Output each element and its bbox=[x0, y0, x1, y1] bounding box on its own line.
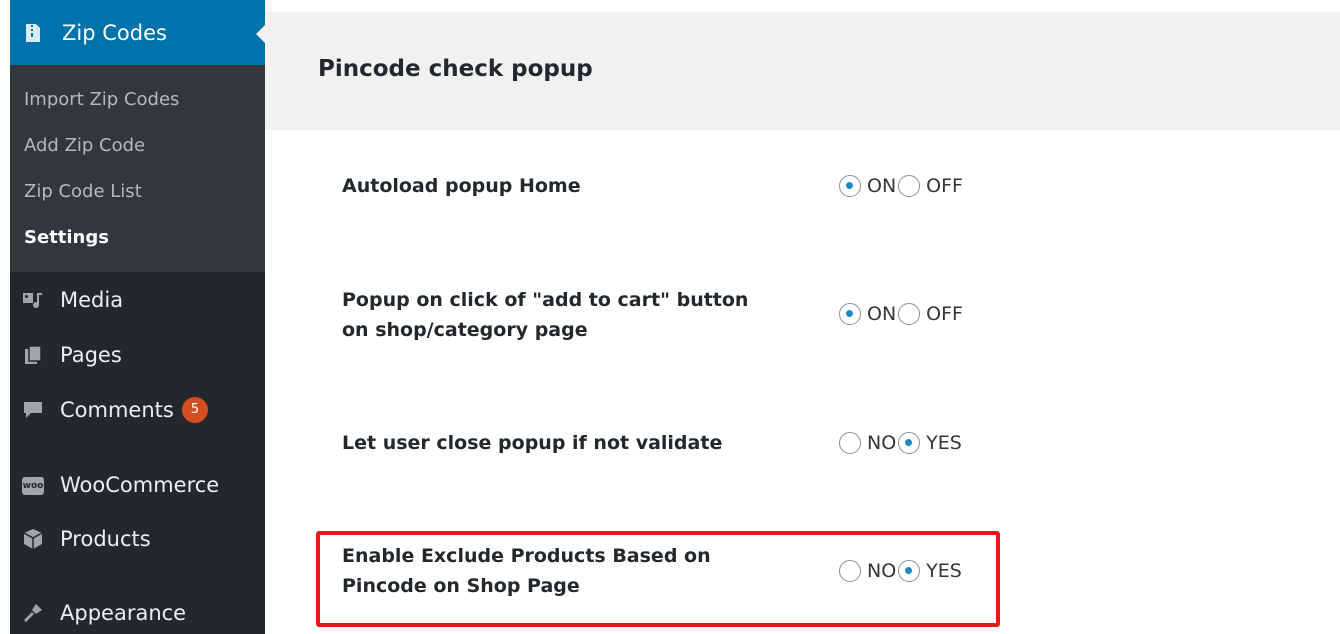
sidebar-item-label: Comments bbox=[60, 398, 174, 422]
setting-label-line: Popup on click of "add to cart" button bbox=[342, 289, 749, 311]
sidebar-item-label: Products bbox=[60, 527, 151, 551]
setting-label-line: Autoload popup Home bbox=[342, 175, 581, 197]
radio-group-popup-add-to-cart: ON OFF bbox=[839, 303, 965, 325]
submenu-item-zip-code-list[interactable]: Zip Code List bbox=[24, 181, 142, 202]
sidebar-item-comments[interactable]: Comments 5 bbox=[10, 385, 265, 435]
sidebar-item-products[interactable]: Products bbox=[10, 514, 265, 564]
woocommerce-icon-text: woo bbox=[22, 481, 44, 491]
pages-icon bbox=[22, 344, 44, 366]
header-left-strip bbox=[265, 12, 300, 130]
sidebar-left-strip bbox=[0, 0, 10, 634]
top-strip bbox=[265, 0, 1340, 12]
sidebar-item-label: Zip Codes bbox=[62, 20, 167, 45]
woocommerce-icon: woo bbox=[22, 477, 44, 495]
sidebar-item-woocommerce[interactable]: woo WooCommerce bbox=[10, 460, 265, 510]
submenu-item-settings[interactable]: Settings bbox=[24, 227, 109, 248]
submenu-item-import-zip-codes[interactable]: Import Zip Codes bbox=[24, 89, 179, 110]
radio-label-no: NO bbox=[867, 432, 897, 454]
radio-yes[interactable] bbox=[898, 432, 921, 454]
setting-label-autoload-popup-home: Autoload popup Home bbox=[342, 171, 581, 201]
page-title: Pincode check popup bbox=[318, 56, 593, 82]
appearance-icon bbox=[22, 602, 44, 624]
comments-icon bbox=[22, 399, 44, 421]
radio-label-off: OFF bbox=[926, 303, 963, 325]
sidebar-item-pages[interactable]: Pages bbox=[10, 330, 265, 380]
products-icon bbox=[22, 528, 44, 550]
radio-off[interactable] bbox=[898, 303, 921, 325]
sidebar-item-label: WooCommerce bbox=[60, 473, 220, 497]
radio-group-let-user-close-popup: NO YES bbox=[839, 432, 964, 454]
radio-on[interactable] bbox=[839, 303, 861, 325]
radio-label-on: ON bbox=[867, 175, 897, 197]
highlight-box bbox=[316, 531, 1000, 627]
setting-label-line: on shop/category page bbox=[342, 319, 588, 341]
radio-label-off: OFF bbox=[926, 175, 963, 197]
media-icon bbox=[22, 289, 44, 311]
radio-label-yes: YES bbox=[926, 432, 962, 454]
sidebar-item-label: Appearance bbox=[60, 601, 187, 625]
submenu-item-add-zip-code[interactable]: Add Zip Code bbox=[24, 135, 145, 156]
sidebar-item-label: Pages bbox=[60, 343, 122, 367]
sidebar-item-zip-codes[interactable]: Zip Codes bbox=[10, 0, 266, 65]
radio-label-on: ON bbox=[867, 303, 897, 325]
setting-label-let-user-close-popup: Let user close popup if not validate bbox=[342, 428, 722, 458]
zip-codes-submenu: Import Zip Codes Add Zip Code Zip Code L… bbox=[10, 65, 265, 272]
comments-count-badge: 5 bbox=[181, 397, 208, 423]
radio-on[interactable] bbox=[839, 175, 861, 197]
radio-off[interactable] bbox=[898, 175, 921, 197]
zip-file-icon bbox=[22, 22, 44, 44]
sidebar-item-label: Media bbox=[60, 288, 124, 312]
radio-no[interactable] bbox=[839, 432, 861, 454]
sidebar-item-media[interactable]: Media bbox=[10, 275, 265, 325]
setting-label-popup-add-to-cart: Popup on click of "add to cart" button o… bbox=[342, 285, 748, 345]
radio-group-autoload-popup-home: ON OFF bbox=[839, 175, 965, 197]
admin-sidebar: Zip Codes Import Zip Codes Add Zip Code … bbox=[0, 0, 266, 634]
sidebar-item-appearance[interactable]: Appearance bbox=[10, 588, 265, 634]
setting-label-line: Let user close popup if not validate bbox=[342, 432, 723, 454]
